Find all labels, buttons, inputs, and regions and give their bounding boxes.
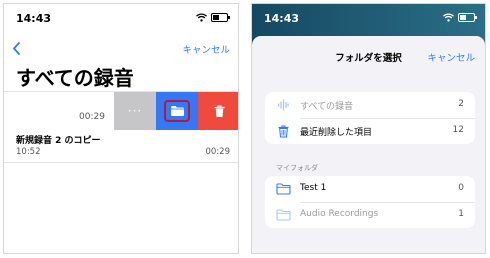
recording-duration: 00:29 bbox=[205, 147, 231, 157]
library-group: すべての録音 2 最近削除した項目 12 bbox=[265, 92, 475, 144]
status-time: 14:43 bbox=[16, 12, 52, 25]
folder-picker-sheet: フォルダを選択 キャンセル すべての録音 2 最近削除した項目 12 マイフォル… bbox=[252, 36, 485, 253]
focus-highlight bbox=[164, 100, 190, 122]
my-folders-group: Test 1 0 Audio Recordings 1 bbox=[265, 176, 475, 228]
folder-icon bbox=[275, 207, 291, 223]
voice-memos-list-screen: 14:43 キャンセル すべての録音 00:29 ··· 新規録音 2 のコピー… bbox=[3, 3, 239, 254]
recording-time: 10:52 bbox=[16, 147, 41, 157]
battery-icon bbox=[211, 13, 230, 22]
wifi-icon bbox=[443, 13, 454, 22]
folder-count: 0 bbox=[458, 183, 464, 193]
folder-label: すべての録音 bbox=[300, 102, 354, 112]
divider bbox=[4, 162, 238, 163]
recording-duration: 00:29 bbox=[79, 112, 105, 122]
status-bar: 14:43 bbox=[252, 4, 485, 32]
back-chevron-icon[interactable] bbox=[12, 40, 21, 59]
folder-label: Test 1 bbox=[300, 183, 327, 193]
more-icon: ··· bbox=[127, 104, 143, 118]
folder-row-audio-recordings: Audio Recordings 1 bbox=[265, 202, 475, 228]
wifi-icon bbox=[196, 13, 207, 22]
battery-icon bbox=[458, 13, 477, 22]
folder-row-test-1[interactable]: Test 1 0 bbox=[265, 176, 475, 203]
folder-picker-screen: 14:43 フォルダを選択 キャンセル すべての録音 2 最近削除した項目 12… bbox=[251, 3, 486, 254]
waveform-icon bbox=[275, 97, 291, 113]
folder-row-recently-deleted[interactable]: 最近削除した項目 12 bbox=[265, 118, 475, 144]
cancel-button[interactable]: キャンセル bbox=[427, 50, 475, 64]
folder-icon bbox=[275, 181, 291, 197]
recording-title[interactable]: 新規録音 2 のコピー bbox=[16, 133, 101, 146]
status-time: 14:43 bbox=[264, 12, 300, 25]
page-title: すべての録音 bbox=[16, 66, 134, 90]
more-actions-button[interactable]: ··· bbox=[114, 92, 156, 130]
status-bar: 14:43 bbox=[4, 4, 238, 32]
status-icons bbox=[443, 13, 477, 22]
cancel-button[interactable]: キャンセル bbox=[182, 42, 230, 56]
trash-icon bbox=[214, 104, 224, 117]
folder-icon bbox=[170, 106, 184, 116]
trash-icon bbox=[275, 123, 291, 139]
delete-button[interactable] bbox=[198, 92, 238, 130]
folder-count: 2 bbox=[458, 99, 464, 109]
folder-label: Audio Recordings bbox=[300, 209, 379, 219]
section-header-my-folders: マイフォルダ bbox=[276, 164, 318, 172]
folder-label: 最近削除した項目 bbox=[300, 128, 373, 138]
folder-row-all-recordings: すべての録音 2 bbox=[265, 92, 475, 119]
recording-row-swiped[interactable]: 00:29 ··· bbox=[4, 91, 238, 130]
move-to-folder-button[interactable] bbox=[156, 92, 198, 130]
folder-count: 1 bbox=[458, 209, 464, 219]
status-icons bbox=[196, 13, 230, 22]
folder-count: 12 bbox=[452, 125, 464, 135]
